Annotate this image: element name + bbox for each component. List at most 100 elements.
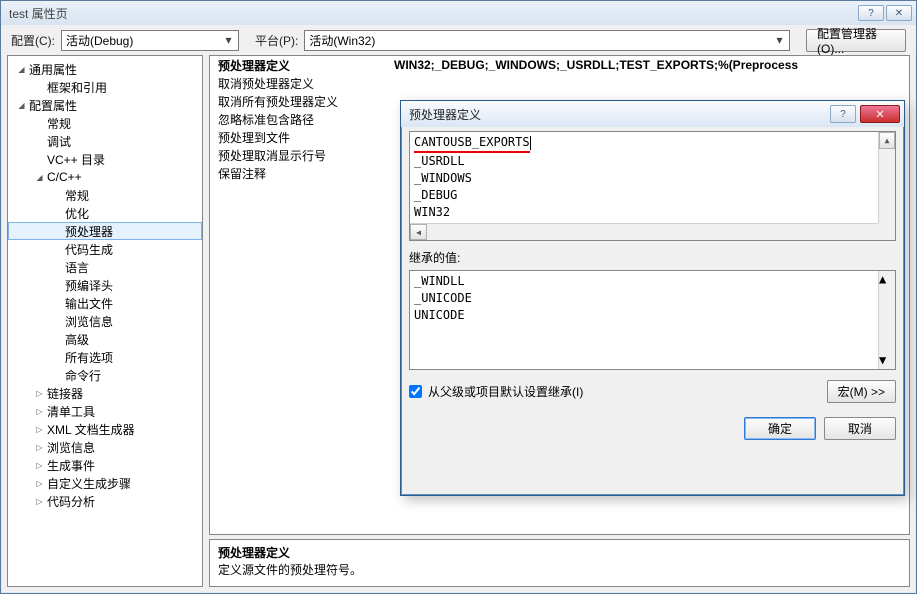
help-button[interactable]: ? — [858, 5, 884, 21]
property-label: 取消预处理器定义 — [210, 75, 390, 92]
scroll-up-icon[interactable]: ▲ — [879, 132, 895, 149]
tree-twisty-icon[interactable]: ▷ — [34, 388, 45, 399]
scrollbar-vertical[interactable]: ▲ — [878, 132, 895, 223]
tree-item[interactable]: ◢通用属性 — [8, 60, 202, 78]
tree-item[interactable]: ▷代码分析 — [8, 492, 202, 510]
tree-twisty-spacer — [52, 208, 63, 219]
tree-item-label: 预处理器 — [65, 223, 113, 240]
tree-twisty-icon[interactable]: ▷ — [34, 478, 45, 489]
property-row[interactable]: 取消预处理器定义 — [210, 74, 909, 92]
tree-item[interactable]: 预编译头 — [8, 276, 202, 294]
tree-item-label: 通用属性 — [29, 61, 77, 78]
scroll-down-icon[interactable]: ▼ — [879, 352, 895, 369]
scroll-left-icon[interactable]: ◀ — [410, 224, 427, 240]
tree-twisty-icon[interactable]: ▷ — [34, 406, 45, 417]
tree-item[interactable]: 高级 — [8, 330, 202, 348]
tree-twisty-icon[interactable]: ◢ — [34, 172, 45, 183]
tree-item[interactable]: 所有选项 — [8, 348, 202, 366]
toolbar: 配置(C): 活动(Debug) ▾ 平台(P): 活动(Win32) ▾ 配置… — [1, 25, 916, 55]
definition-line: WIN32 — [414, 204, 891, 221]
dialog-titlebar: 预处理器定义 ? ✕ — [401, 101, 904, 127]
tree-item[interactable]: 代码生成 — [8, 240, 202, 258]
tree-twisty-icon[interactable]: ▷ — [34, 460, 45, 471]
chevron-down-icon: ▾ — [221, 33, 236, 48]
tree-twisty-icon[interactable]: ▷ — [34, 496, 45, 507]
tree-item[interactable]: 浏览信息 — [8, 312, 202, 330]
property-label: 取消所有预处理器定义 — [210, 93, 390, 110]
tree-item[interactable]: ▷链接器 — [8, 384, 202, 402]
property-label: 忽略标准包含路径 — [210, 111, 390, 128]
window-title: test 属性页 — [5, 5, 856, 22]
tree-twisty-spacer — [34, 154, 45, 165]
tree-item[interactable]: 常规 — [8, 186, 202, 204]
platform-label: 平台(P): — [255, 32, 298, 49]
tree-item-label: 框架和引用 — [47, 79, 107, 96]
inherit-checkbox[interactable] — [409, 385, 422, 398]
tree-item-label: 调试 — [47, 133, 71, 150]
tree-twisty-spacer — [52, 244, 63, 255]
tree-item-label: C/C++ — [47, 170, 82, 184]
dialog-help-button[interactable]: ? — [830, 105, 856, 123]
tree-twisty-icon[interactable]: ▷ — [34, 442, 45, 453]
tree-item-label: 生成事件 — [47, 457, 95, 474]
definition-line: _WINDOWS — [414, 170, 891, 187]
tree-item-label: 常规 — [65, 187, 89, 204]
tree-twisty-icon[interactable]: ▷ — [34, 424, 45, 435]
config-combo[interactable]: 活动(Debug) ▾ — [61, 30, 239, 51]
ok-button[interactable]: 确定 — [744, 417, 816, 440]
tree-item-label: 链接器 — [47, 385, 83, 402]
property-label: 预处理到文件 — [210, 129, 390, 146]
tree-item[interactable]: ▷生成事件 — [8, 456, 202, 474]
desc-title: 预处理器定义 — [218, 544, 901, 561]
inherited-line: _WINDLL — [414, 273, 891, 290]
macro-button[interactable]: 宏(M) >> — [827, 380, 896, 403]
config-manager-button[interactable]: 配置管理器(O)... — [806, 29, 906, 52]
tree-item[interactable]: 语言 — [8, 258, 202, 276]
tree-item[interactable]: 框架和引用 — [8, 78, 202, 96]
tree-twisty-icon[interactable]: ◢ — [16, 100, 27, 111]
tree-panel[interactable]: ◢通用属性框架和引用◢配置属性常规调试VC++ 目录◢C/C++常规优化预处理器… — [7, 55, 203, 587]
tree-item[interactable]: 优化 — [8, 204, 202, 222]
tree-item[interactable]: ◢C/C++ — [8, 168, 202, 186]
dialog-close-button[interactable]: ✕ — [860, 105, 900, 123]
property-label: 保留注释 — [210, 165, 390, 182]
property-label: 预处理器定义 — [210, 57, 390, 74]
tree-item[interactable]: ▷浏览信息 — [8, 438, 202, 456]
tree-item[interactable]: ▷自定义生成步骤 — [8, 474, 202, 492]
scroll-up-icon[interactable]: ▲ — [879, 271, 895, 288]
tree-item[interactable]: 常规 — [8, 114, 202, 132]
desc-body: 定义源文件的预处理符号。 — [218, 561, 901, 578]
scrollbar-horizontal[interactable]: ◀ ▶ — [410, 223, 895, 240]
tree-item[interactable]: 预处理器 — [8, 222, 202, 240]
chevron-down-icon: ▾ — [772, 33, 787, 48]
cancel-button[interactable]: 取消 — [824, 417, 896, 440]
property-row[interactable]: 预处理器定义WIN32;_DEBUG;_WINDOWS;_USRDLL;TEST… — [210, 56, 909, 74]
tree-item[interactable]: ▷清单工具 — [8, 402, 202, 420]
platform-combo[interactable]: 活动(Win32) ▾ — [304, 30, 790, 51]
tree-item[interactable]: 输出文件 — [8, 294, 202, 312]
inherited-line: UNICODE — [414, 307, 891, 324]
inherit-checkbox-label: 从父级或项目默认设置继承(I) — [428, 383, 583, 400]
tree-item-label: 代码生成 — [65, 241, 113, 258]
tree-item-label: 输出文件 — [65, 295, 113, 312]
close-button[interactable]: ✕ — [886, 5, 912, 21]
tree-item-label: 清单工具 — [47, 403, 95, 420]
tree-twisty-icon[interactable]: ◢ — [16, 64, 27, 75]
tree-item[interactable]: ▷XML 文档生成器 — [8, 420, 202, 438]
tree-item[interactable]: 命令行 — [8, 366, 202, 384]
config-label: 配置(C): — [11, 32, 55, 49]
inherit-check-row: 从父级或项目默认设置继承(I) 宏(M) >> — [409, 380, 896, 403]
tree-item-label: 自定义生成步骤 — [47, 475, 131, 492]
tree-item[interactable]: VC++ 目录 — [8, 150, 202, 168]
inherited-line: _UNICODE — [414, 290, 891, 307]
tree-item[interactable]: 调试 — [8, 132, 202, 150]
scrollbar-vertical[interactable]: ▲ ▼ — [878, 271, 895, 369]
tree-item-label: 优化 — [65, 205, 89, 222]
tree-item-label: 语言 — [65, 259, 89, 276]
scrollbar-corner — [878, 223, 895, 240]
tree-item[interactable]: ◢配置属性 — [8, 96, 202, 114]
tree-twisty-spacer — [52, 190, 63, 201]
tree-twisty-spacer — [34, 118, 45, 129]
definitions-textbox[interactable]: CANTOUSB_EXPORTS_USRDLL_WINDOWS_DEBUGWIN… — [409, 131, 896, 241]
platform-value: 活动(Win32) — [309, 32, 375, 49]
